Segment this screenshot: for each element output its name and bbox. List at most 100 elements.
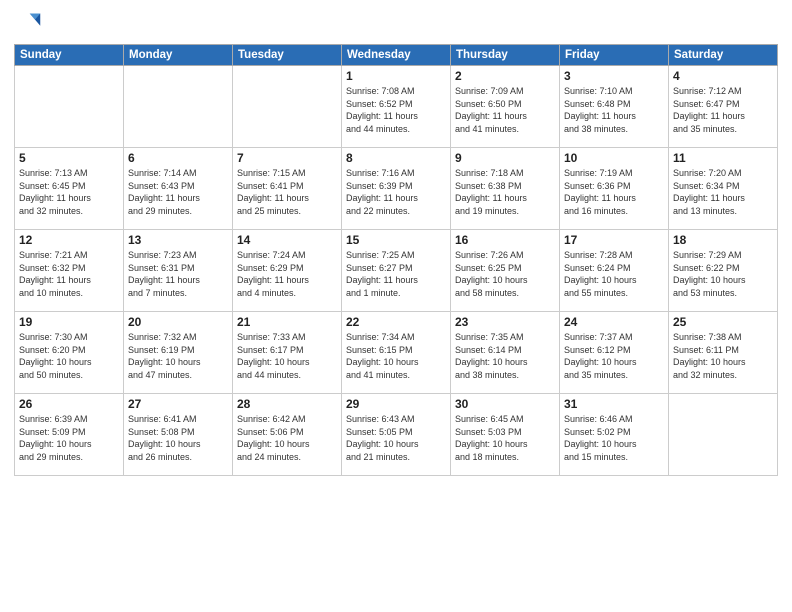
day-info: Sunrise: 7:16 AM Sunset: 6:39 PM Dayligh… [346, 167, 446, 217]
day-number: 8 [346, 151, 446, 165]
calendar-cell: 30Sunrise: 6:45 AM Sunset: 5:03 PM Dayli… [451, 394, 560, 476]
day-number: 21 [237, 315, 337, 329]
day-number: 15 [346, 233, 446, 247]
calendar-cell: 17 Sunrise: 7:28 AM Sunset: 6:24 PM Dayli… [560, 230, 669, 312]
calendar-cell: 8 Sunrise: 7:16 AM Sunset: 6:39 PM Daylig… [342, 148, 451, 230]
calendar-cell: 27 Sunrise: 6:41 AM Sunset: 5:08 PM Dayli… [124, 394, 233, 476]
calendar-cell: 20 Sunrise: 7:32 AM Sunset: 6:19 PM Dayli… [124, 312, 233, 394]
header [14, 10, 778, 38]
calendar-cell: 2Sunrise: 7:09 AM Sunset: 6:50 PM Daylig… [451, 66, 560, 148]
calendar-cell: 5 Sunrise: 7:13 AM Sunset: 6:45 PM Daylig… [15, 148, 124, 230]
day-number: 29 [346, 397, 446, 411]
weekday-header-tuesday: Tuesday [233, 45, 342, 66]
calendar-cell: 10 Sunrise: 7:19 AM Sunset: 6:36 PM Dayli… [560, 148, 669, 230]
day-info: Sunrise: 7:26 AM Sunset: 6:25 PM Dayligh… [455, 249, 555, 299]
day-number: 31 [564, 397, 664, 411]
calendar-cell: 26 Sunrise: 6:39 AM Sunset: 5:09 PM Dayli… [15, 394, 124, 476]
day-info: Sunrise: 7:18 AM Sunset: 6:38 PM Dayligh… [455, 167, 555, 217]
calendar-cell: 13 Sunrise: 7:23 AM Sunset: 6:31 PM Dayli… [124, 230, 233, 312]
day-number: 22 [346, 315, 446, 329]
day-number: 12 [19, 233, 119, 247]
day-info: Sunrise: 7:33 AM Sunset: 6:17 PM Dayligh… [237, 331, 337, 381]
day-info: Sunrise: 6:45 AM Sunset: 5:03 PM Dayligh… [455, 413, 555, 463]
logo [14, 10, 46, 38]
weekday-header-wednesday: Wednesday [342, 45, 451, 66]
day-number: 27 [128, 397, 228, 411]
calendar-cell: 6 Sunrise: 7:14 AM Sunset: 6:43 PM Daylig… [124, 148, 233, 230]
weekday-header-friday: Friday [560, 45, 669, 66]
weekday-header-monday: Monday [124, 45, 233, 66]
day-number: 28 [237, 397, 337, 411]
day-info: Sunrise: 7:25 AM Sunset: 6:27 PM Dayligh… [346, 249, 446, 299]
calendar-cell: 22 Sunrise: 7:34 AM Sunset: 6:15 PM Dayli… [342, 312, 451, 394]
day-info: Sunrise: 7:28 AM Sunset: 6:24 PM Dayligh… [564, 249, 664, 299]
day-number: 5 [19, 151, 119, 165]
day-number: 13 [128, 233, 228, 247]
day-info: Sunrise: 7:37 AM Sunset: 6:12 PM Dayligh… [564, 331, 664, 381]
week-row-3: 12 Sunrise: 7:21 AM Sunset: 6:32 PM Dayli… [15, 230, 778, 312]
day-number: 3 [564, 69, 664, 83]
calendar-cell: 29 Sunrise: 6:43 AM Sunset: 5:05 PM Dayli… [342, 394, 451, 476]
day-info: Sunrise: 7:13 AM Sunset: 6:45 PM Dayligh… [19, 167, 119, 217]
day-info: Sunrise: 7:08 AM Sunset: 6:52 PM Dayligh… [346, 85, 446, 135]
calendar-cell [15, 66, 124, 148]
day-info: Sunrise: 6:41 AM Sunset: 5:08 PM Dayligh… [128, 413, 228, 463]
calendar-cell: 3Sunrise: 7:10 AM Sunset: 6:48 PM Daylig… [560, 66, 669, 148]
day-info: Sunrise: 7:15 AM Sunset: 6:41 PM Dayligh… [237, 167, 337, 217]
week-row-4: 19Sunrise: 7:30 AM Sunset: 6:20 PM Dayli… [15, 312, 778, 394]
day-number: 1 [346, 69, 446, 83]
logo-icon [14, 10, 42, 38]
calendar-table: SundayMondayTuesdayWednesdayThursdayFrid… [14, 44, 778, 476]
day-number: 17 [564, 233, 664, 247]
day-info: Sunrise: 7:19 AM Sunset: 6:36 PM Dayligh… [564, 167, 664, 217]
calendar-cell: 25 Sunrise: 7:38 AM Sunset: 6:11 PM Dayli… [669, 312, 778, 394]
calendar-cell: 14Sunrise: 7:24 AM Sunset: 6:29 PM Dayli… [233, 230, 342, 312]
day-info: Sunrise: 7:32 AM Sunset: 6:19 PM Dayligh… [128, 331, 228, 381]
day-number: 20 [128, 315, 228, 329]
day-info: Sunrise: 7:23 AM Sunset: 6:31 PM Dayligh… [128, 249, 228, 299]
calendar-cell: 31 Sunrise: 6:46 AM Sunset: 5:02 PM Dayli… [560, 394, 669, 476]
day-info: Sunrise: 7:21 AM Sunset: 6:32 PM Dayligh… [19, 249, 119, 299]
calendar-cell: 1 Sunrise: 7:08 AM Sunset: 6:52 PM Daylig… [342, 66, 451, 148]
day-number: 18 [673, 233, 773, 247]
day-info: Sunrise: 6:39 AM Sunset: 5:09 PM Dayligh… [19, 413, 119, 463]
day-info: Sunrise: 7:35 AM Sunset: 6:14 PM Dayligh… [455, 331, 555, 381]
calendar-cell: 28 Sunrise: 6:42 AM Sunset: 5:06 PM Dayli… [233, 394, 342, 476]
day-number: 24 [564, 315, 664, 329]
calendar-cell: 9 Sunrise: 7:18 AM Sunset: 6:38 PM Daylig… [451, 148, 560, 230]
day-number: 16 [455, 233, 555, 247]
day-number: 25 [673, 315, 773, 329]
calendar-cell: 16 Sunrise: 7:26 AM Sunset: 6:25 PM Dayli… [451, 230, 560, 312]
day-info: Sunrise: 7:38 AM Sunset: 6:11 PM Dayligh… [673, 331, 773, 381]
day-number: 23 [455, 315, 555, 329]
day-number: 9 [455, 151, 555, 165]
day-number: 10 [564, 151, 664, 165]
day-number: 6 [128, 151, 228, 165]
day-number: 2 [455, 69, 555, 83]
day-info: Sunrise: 6:43 AM Sunset: 5:05 PM Dayligh… [346, 413, 446, 463]
day-number: 26 [19, 397, 119, 411]
calendar-cell: 7 Sunrise: 7:15 AM Sunset: 6:41 PM Daylig… [233, 148, 342, 230]
day-number: 4 [673, 69, 773, 83]
day-info: Sunrise: 7:29 AM Sunset: 6:22 PM Dayligh… [673, 249, 773, 299]
calendar-cell [124, 66, 233, 148]
calendar-cell: 23 Sunrise: 7:35 AM Sunset: 6:14 PM Dayli… [451, 312, 560, 394]
day-info: Sunrise: 6:42 AM Sunset: 5:06 PM Dayligh… [237, 413, 337, 463]
calendar-cell: 15 Sunrise: 7:25 AM Sunset: 6:27 PM Dayli… [342, 230, 451, 312]
day-info: Sunrise: 7:14 AM Sunset: 6:43 PM Dayligh… [128, 167, 228, 217]
calendar-cell: 12 Sunrise: 7:21 AM Sunset: 6:32 PM Dayli… [15, 230, 124, 312]
week-row-5: 26 Sunrise: 6:39 AM Sunset: 5:09 PM Dayli… [15, 394, 778, 476]
day-info: Sunrise: 7:34 AM Sunset: 6:15 PM Dayligh… [346, 331, 446, 381]
weekday-header-row: SundayMondayTuesdayWednesdayThursdayFrid… [15, 45, 778, 66]
calendar-cell [233, 66, 342, 148]
day-info: Sunrise: 7:20 AM Sunset: 6:34 PM Dayligh… [673, 167, 773, 217]
weekday-header-sunday: Sunday [15, 45, 124, 66]
weekday-header-saturday: Saturday [669, 45, 778, 66]
day-info: Sunrise: 6:46 AM Sunset: 5:02 PM Dayligh… [564, 413, 664, 463]
calendar-cell: 4 Sunrise: 7:12 AM Sunset: 6:47 PM Daylig… [669, 66, 778, 148]
day-number: 7 [237, 151, 337, 165]
week-row-1: 1 Sunrise: 7:08 AM Sunset: 6:52 PM Daylig… [15, 66, 778, 148]
calendar-cell: 24 Sunrise: 7:37 AM Sunset: 6:12 PM Dayli… [560, 312, 669, 394]
day-info: Sunrise: 7:12 AM Sunset: 6:47 PM Dayligh… [673, 85, 773, 135]
day-number: 19 [19, 315, 119, 329]
